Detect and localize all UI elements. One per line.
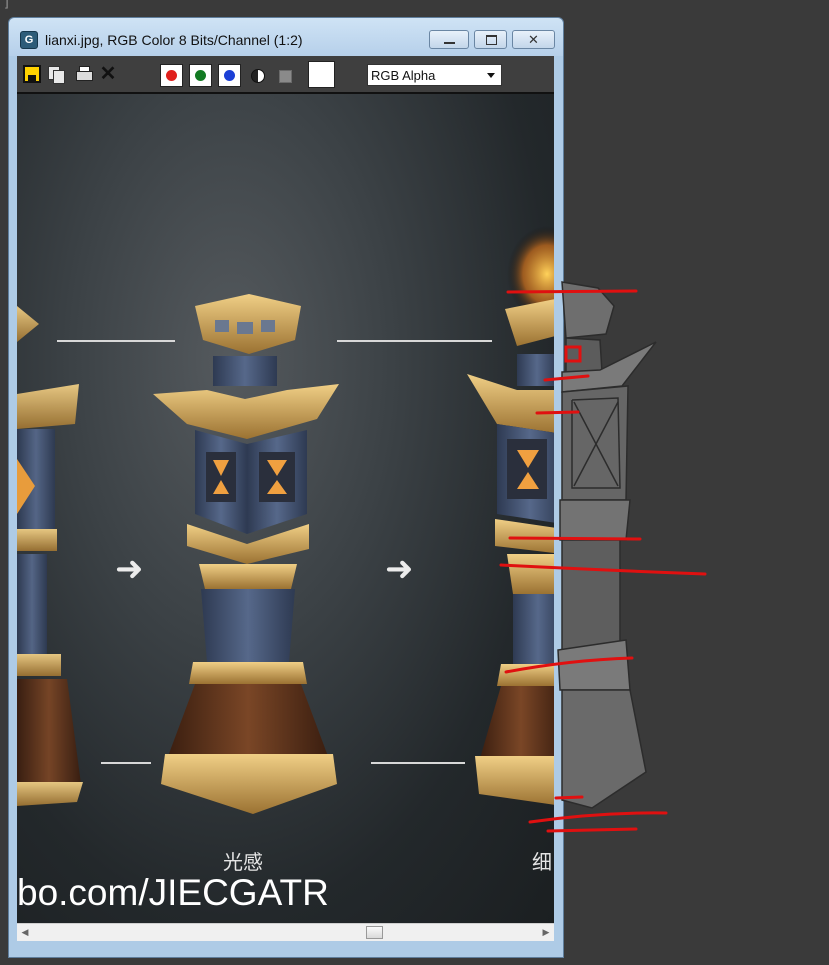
scroll-right-icon[interactable]: ▶: [538, 924, 554, 941]
maximize-button[interactable]: [474, 30, 507, 49]
blue-channel-button[interactable]: [218, 64, 241, 87]
lantern-artwork: [17, 226, 554, 814]
close-icon: ✕: [528, 32, 539, 47]
caption-detail: 细: [532, 850, 552, 874]
close-button[interactable]: ✕: [512, 30, 555, 49]
display-channel-value: RGB Alpha: [371, 68, 436, 83]
lantern-partial-left: [17, 306, 83, 806]
green-channel-button[interactable]: [189, 64, 212, 87]
monochrome-icon[interactable]: [251, 69, 265, 83]
image-canvas[interactable]: ➜ ➜ 光感 细 bo.com/JIECGATR: [17, 94, 554, 923]
print-icon[interactable]: [75, 65, 93, 83]
app-icon: G: [20, 31, 38, 49]
chevron-down-icon: [487, 73, 495, 78]
window-title: lianxi.jpg, RGB Color 8 Bits/Channel (1:…: [45, 32, 303, 48]
caption-lighting: 光感: [223, 850, 263, 874]
separator-line-bottom-left: [101, 762, 151, 764]
separator-line-top-right: [337, 340, 492, 342]
separator-line-bottom-right: [371, 762, 465, 764]
horizontal-scrollbar[interactable]: ◀ ▶: [17, 923, 554, 941]
alpha-channel-icon[interactable]: [279, 70, 292, 83]
lantern-textured-right: [467, 226, 554, 805]
arrow-right-icon: ➜: [385, 549, 414, 589]
save-icon[interactable]: [23, 65, 41, 83]
image-viewer-window: G lianxi.jpg, RGB Color 8 Bits/Channel (…: [8, 17, 564, 958]
copy-icon[interactable]: [47, 65, 65, 84]
title-bar[interactable]: G lianxi.jpg, RGB Color 8 Bits/Channel (…: [9, 18, 563, 56]
watermark-text: bo.com/JIECGATR: [17, 872, 329, 913]
scrollbar-thumb[interactable]: [366, 926, 383, 939]
display-channel-select[interactable]: RGB Alpha: [367, 64, 502, 86]
background-color-swatch[interactable]: [308, 61, 335, 88]
separator-line-top-left: [57, 340, 175, 342]
minimize-button[interactable]: [429, 30, 469, 49]
red-channel-button[interactable]: [160, 64, 183, 87]
lantern-textured-middle: [153, 294, 339, 814]
clear-icon[interactable]: ✕: [99, 64, 117, 84]
arrow-right-icon: ➜: [115, 549, 144, 589]
scroll-left-icon[interactable]: ◀: [17, 924, 33, 941]
viewer-toolbar: ✕ RGB Alpha: [17, 56, 554, 94]
corner-glyph: ]: [4, 0, 9, 10]
lantern-untextured-model: [557, 281, 657, 809]
